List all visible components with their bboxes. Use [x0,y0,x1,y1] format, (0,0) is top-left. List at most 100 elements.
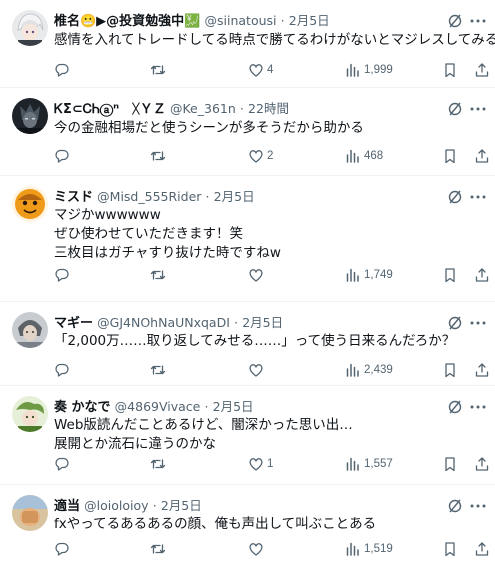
tweet-text-line: 感情を入れてトレードしてる時点で勝てるわけがないとマジレスしてみる😇 [54,32,495,48]
views-button[interactable]: 1,749 [345,265,393,285]
user-handle[interactable]: @4869Vivace [115,399,201,414]
grok-icon[interactable] [447,189,463,205]
grok-icon[interactable] [447,101,463,117]
display-name[interactable]: マギー [54,316,93,331]
views-button[interactable]: 1,999 [345,60,393,80]
more-options-icon[interactable] [469,498,487,514]
timestamp[interactable]: 2月5日 [213,399,254,414]
repost-icon [150,459,166,469]
display-name[interactable]: 適当 [54,499,80,514]
avatar[interactable] [12,495,48,531]
bookmark-button[interactable] [442,265,458,285]
tweet-text-line: ぜひ使わせていただきます！笑 [54,226,243,242]
avatar[interactable] [12,98,48,134]
tweet-text-line: 三枚目はガチャすり抜けた時ですねw [54,245,281,261]
timestamp[interactable]: 2月5日 [242,315,283,330]
like-button[interactable] [248,360,267,380]
share-button[interactable] [474,539,490,559]
tweet-text-line: Web版読んだことあるけど、闇深かった思い出… [54,417,353,433]
user-handle[interactable]: @Ke_361n [170,101,236,116]
repost-button[interactable] [150,146,166,166]
views-button[interactable]: 468 [345,146,383,166]
user-handle[interactable]: @Misd_555Rider [97,189,201,204]
tweet-0[interactable]: 椎名😬▶@投資勉強中💹 @siinatousi · 2月5日 感情を入れてトレー… [0,0,495,88]
bookmark-button[interactable] [442,60,458,80]
bookmark-icon [445,363,455,378]
heart-icon [249,150,263,163]
tweet-1[interactable]: ᏦƩ⊂ᏟᏂⓐⁿ ᚷＹＺ @Ke_361n · 22時間 今の金融相場だと使うシー… [0,88,495,176]
share-button[interactable] [474,60,490,80]
share-button[interactable] [474,360,490,380]
tweet-text: 今の金融相場だと使うシーンが多そうだから助かる [54,119,483,138]
reply-button[interactable] [54,454,70,474]
avatar[interactable] [12,312,48,348]
repost-button[interactable] [150,60,166,80]
more-options-icon[interactable] [469,399,487,415]
tweet-text-line: 「2,000万……取り返してみせる……」って使う日来るんだろか？ [54,333,456,349]
avatar[interactable] [12,10,48,46]
like-button[interactable]: 4 [248,60,273,80]
repost-button[interactable] [150,454,166,474]
views-button[interactable]: 1,557 [345,454,393,474]
like-button[interactable]: 2 [248,146,273,166]
repost-button[interactable] [150,360,166,380]
grok-icon[interactable] [447,315,463,331]
like-button[interactable] [248,539,267,559]
like-button[interactable] [248,265,267,285]
timestamp[interactable]: 2月5日 [161,498,202,513]
repost-button[interactable] [150,265,166,285]
repost-button[interactable] [150,539,166,559]
reply-button[interactable] [54,265,70,285]
grok-icon[interactable] [447,399,463,415]
bookmark-button[interactable] [442,454,458,474]
more-options-icon[interactable] [469,13,487,29]
views-button[interactable]: 2,439 [345,360,393,380]
tweet-4[interactable]: 奏 かなで @4869Vivace · 2月5日 Web版読んだことあるけど、闇… [0,386,495,485]
timestamp[interactable]: 2月5日 [289,13,330,28]
view-count: 2,439 [364,364,393,376]
tweet-2[interactable]: ミスド @Misd_555Rider · 2月5日 マジかwwwwww ぜひ使わ… [0,176,495,302]
reply-button[interactable] [54,539,70,559]
bookmark-button[interactable] [442,146,458,166]
share-button[interactable] [474,265,490,285]
tweet-text-line: 展開とか流石に違うのかな [54,436,216,452]
views-chart-icon [346,542,359,556]
grok-icon[interactable] [447,498,463,514]
display-name[interactable]: ᏦƩ⊂ᏟᏂⓐⁿ ᚷＹＺ [54,102,166,117]
grok-icon[interactable] [447,13,463,29]
more-options-icon[interactable] [469,189,487,205]
reply-button[interactable] [54,60,70,80]
user-handle[interactable]: @siinatousi [205,13,277,28]
avatar[interactable] [12,396,48,432]
tweet-5[interactable]: 適当 @loioloioy · 2月5日 fxやってるあるあるの顔、俺も声出して… [0,485,495,569]
views-button[interactable]: 1,519 [345,539,393,559]
like-count: 1 [267,458,274,470]
reply-button[interactable] [54,146,70,166]
tweet-header: マギー @GJ4NOhNaUNxqaDI · 2月5日 [54,315,284,331]
action-bar: 2,439 [46,360,495,380]
share-button[interactable] [474,454,490,474]
reply-icon [55,63,69,77]
display-name[interactable]: ミスド [54,190,93,205]
share-button[interactable] [474,146,490,166]
display-name[interactable]: 奏 かなで [54,400,111,415]
tweet-3[interactable]: マギー @GJ4NOhNaUNxqaDI · 2月5日 「2,000万……取り返… [0,302,495,386]
user-handle[interactable]: @loioloioy [84,498,148,513]
share-icon [475,457,489,471]
action-bar: 4 1,999 [46,60,495,80]
reply-button[interactable] [54,360,70,380]
user-handle[interactable]: @GJ4NOhNaUNxqaDI [97,315,230,330]
more-options-icon[interactable] [469,101,487,117]
bookmark-button[interactable] [442,360,458,380]
timestamp[interactable]: 2月5日 [214,189,255,204]
timestamp[interactable]: 22時間 [248,101,289,116]
more-options-icon[interactable] [469,315,487,331]
tweet-text: 「2,000万……取り返してみせる……」って使う日来るんだろか？ [54,332,483,351]
avatar[interactable] [12,186,48,222]
reply-icon [55,268,69,282]
views-chart-icon [346,268,359,282]
bookmark-button[interactable] [442,539,458,559]
display-name[interactable]: 椎名😬▶@投資勉強中💹 [54,14,200,29]
view-count: 1,999 [364,64,393,76]
like-button[interactable]: 1 [248,454,273,474]
